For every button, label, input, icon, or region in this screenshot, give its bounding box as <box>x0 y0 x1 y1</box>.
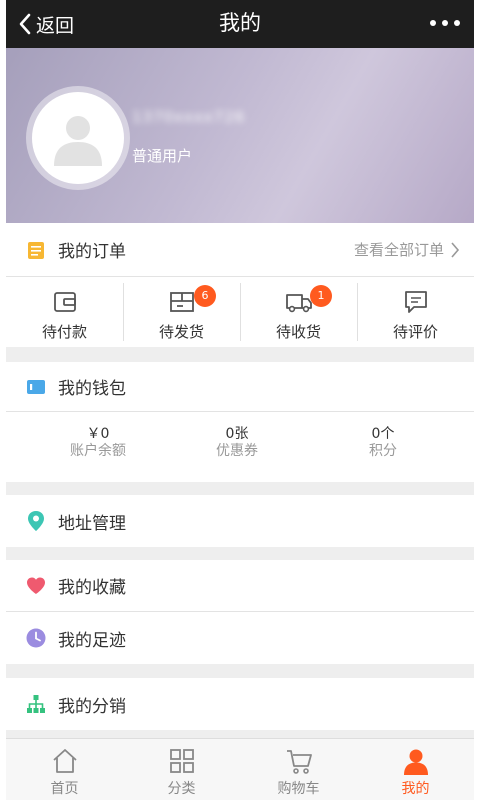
tab-label: 购物车 <box>277 781 320 797</box>
wallet-stats: ￥0 账户余额 0张 优惠券 0个 积分 <box>6 412 474 482</box>
order-list-icon <box>28 241 44 259</box>
orders-title: 我的订单 <box>58 242 126 262</box>
footprint-row[interactable]: 我的足迹 <box>6 612 474 664</box>
section-gap <box>6 482 474 495</box>
points-stat[interactable]: 0个 积分 <box>313 426 453 460</box>
tab-cart[interactable]: 购物车 <box>240 739 357 800</box>
coupon-stat[interactable]: 0张 优惠券 <box>167 426 307 460</box>
top-bar: 返回 我的 <box>6 0 474 48</box>
tab-label: 分类 <box>167 781 196 797</box>
pending-receipt-badge: 1 <box>310 285 332 307</box>
wallet-row[interactable]: 我的钱包 <box>6 362 474 411</box>
order-status-label: 待付款 <box>41 323 87 341</box>
user-icon <box>403 749 428 775</box>
points-label: 积分 <box>369 443 397 459</box>
pending-shipment-badge: 6 <box>194 285 216 307</box>
wallet-card-icon <box>27 379 45 394</box>
order-status-label: 待收货 <box>275 323 321 341</box>
username: 1370xxxx726 <box>132 108 246 126</box>
org-chart-icon <box>27 695 45 713</box>
wallet-title: 我的钱包 <box>58 379 126 399</box>
balance-stat[interactable]: ￥0 账户余额 <box>28 426 168 460</box>
distribution-row[interactable]: 我的分销 <box>6 678 474 730</box>
more-dot-icon <box>454 20 460 26</box>
heart-icon <box>27 577 45 594</box>
user-type: 普通用户 <box>132 147 193 165</box>
bottom-tab-bar: 首页 分类 购物车 我的 <box>6 738 474 800</box>
tab-label: 首页 <box>50 781 79 797</box>
address-label: 地址管理 <box>58 513 126 534</box>
tab-home[interactable]: 首页 <box>6 739 123 800</box>
favorites-label: 我的收藏 <box>58 578 126 598</box>
balance-label: 账户余额 <box>70 443 126 459</box>
orders-row[interactable]: 我的订单 查看全部订单 <box>6 223 474 276</box>
address-row[interactable]: 地址管理 <box>6 495 474 547</box>
order-status-pending-payment[interactable]: 待付款 <box>6 277 123 347</box>
more-button[interactable] <box>430 14 460 32</box>
clock-icon <box>26 628 46 648</box>
section-gap <box>6 730 474 738</box>
more-dot-icon <box>430 20 436 26</box>
order-status-pending-shipment[interactable]: 6 待发货 <box>123 277 240 347</box>
tab-mine[interactable]: 我的 <box>357 739 474 800</box>
points-value: 0个 <box>371 426 395 442</box>
section-gap <box>6 347 474 362</box>
profile-header: 1370xxxx726 普通用户 <box>6 48 474 223</box>
package-icon <box>169 292 194 312</box>
balance-value: ￥0 <box>86 426 110 442</box>
page-title: 我的 <box>219 11 261 35</box>
view-all-orders-link[interactable]: 查看全部订单 <box>354 239 460 260</box>
order-status-bar: 待付款 6 待发货 1 待收货 待评价 <box>6 277 474 347</box>
cart-icon <box>286 750 312 774</box>
section-gap <box>6 664 474 678</box>
order-status-pending-receipt[interactable]: 1 待收货 <box>240 277 357 347</box>
footprint-label: 我的足迹 <box>58 630 126 651</box>
grid-icon <box>169 749 194 773</box>
location-pin-icon <box>28 511 44 531</box>
coupon-value: 0张 <box>225 426 249 442</box>
chevron-right-icon <box>451 241 460 258</box>
favorites-row[interactable]: 我的收藏 <box>6 560 474 611</box>
section-gap <box>6 547 474 560</box>
more-dot-icon <box>442 20 448 26</box>
truck-icon <box>285 294 312 313</box>
order-status-pending-review[interactable]: 待评价 <box>357 277 474 347</box>
comment-icon <box>404 291 427 313</box>
order-status-label: 待发货 <box>158 323 204 341</box>
tab-label: 我的 <box>401 781 430 797</box>
tab-category[interactable]: 分类 <box>123 739 240 800</box>
coupon-label: 优惠券 <box>216 443 258 459</box>
distribution-label: 我的分销 <box>58 696 126 717</box>
order-status-label: 待评价 <box>392 323 438 341</box>
avatar[interactable] <box>26 86 130 190</box>
view-all-label: 查看全部订单 <box>353 241 444 259</box>
home-icon <box>52 749 77 773</box>
user-avatar-icon <box>54 116 102 166</box>
app-frame: 返回 我的 1370xxxx726 普通用户 我的订单 查看全部订单 待付款 6… <box>6 0 474 800</box>
wallet-icon <box>53 292 76 312</box>
